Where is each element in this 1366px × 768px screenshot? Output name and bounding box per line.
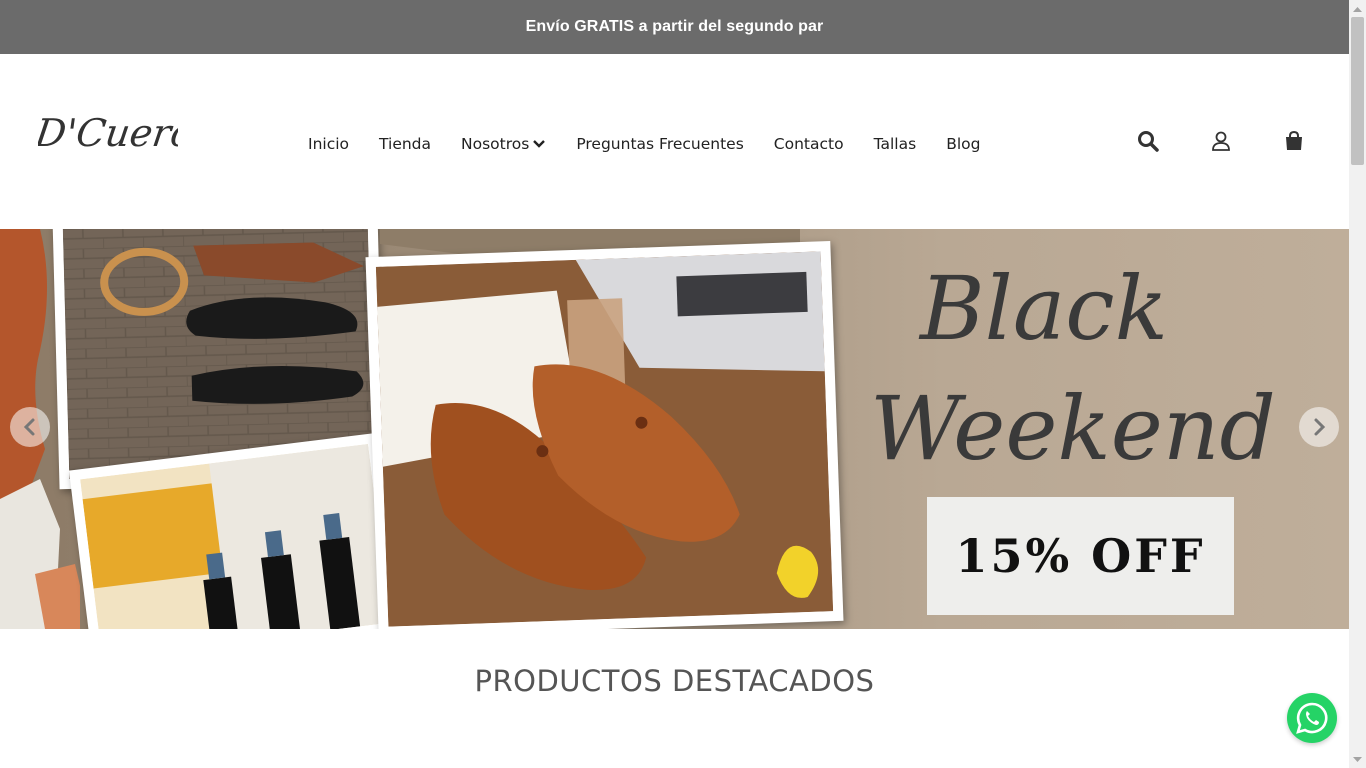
hero-photo-loafers: [365, 241, 844, 629]
headline-line-2: Weekend: [870, 377, 1276, 480]
site-header: D'Cuero Inicio Tienda Nosotros Preguntas…: [0, 54, 1349, 229]
page-scrollbar[interactable]: [1349, 0, 1366, 768]
carousel-next-button[interactable]: [1299, 407, 1339, 447]
logo-text: D'Cuero: [38, 112, 178, 156]
chevron-right-icon: [1314, 418, 1326, 436]
nav-label: Nosotros: [461, 135, 530, 153]
main-nav: Inicio Tienda Nosotros Preguntas Frecuen…: [308, 132, 1010, 156]
whatsapp-icon: [1296, 702, 1328, 734]
nav-preguntas-frecuentes[interactable]: Preguntas Frecuentes: [576, 135, 743, 153]
scroll-down-arrow-icon[interactable]: [1349, 751, 1366, 768]
nav-blog[interactable]: Blog: [946, 135, 980, 153]
search-icon[interactable]: [1136, 129, 1160, 153]
hero-headline: Black Weekend: [870, 257, 1276, 480]
chevron-down-icon: [532, 139, 546, 149]
featured-products-title: PRODUCTOS DESTACADOS: [474, 664, 875, 698]
nav-label: Preguntas Frecuentes: [576, 135, 744, 153]
nav-label: Blog: [946, 135, 981, 153]
hero-banner[interactable]: Black Weekend 15% OFF: [0, 229, 1349, 629]
nav-contacto[interactable]: Contacto: [774, 135, 844, 153]
nav-nosotros[interactable]: Nosotros: [461, 135, 546, 153]
shopping-bag-icon[interactable]: [1282, 129, 1306, 153]
nav-tallas[interactable]: Tallas: [874, 135, 917, 153]
scroll-up-arrow-icon[interactable]: [1349, 0, 1366, 17]
brand-logo[interactable]: D'Cuero: [31, 102, 196, 168]
header-actions: [1136, 129, 1306, 153]
nav-label: Contacto: [773, 135, 844, 153]
scrollbar-thumb[interactable]: [1351, 17, 1364, 165]
nav-label: Tienda: [379, 135, 432, 153]
whatsapp-button[interactable]: [1287, 693, 1337, 743]
carousel-prev-button[interactable]: [10, 407, 50, 447]
nav-label: Tallas: [873, 135, 917, 153]
chevron-left-icon: [23, 418, 35, 436]
headline-line-1: Black: [918, 257, 1168, 360]
nav-label: Inicio: [308, 135, 350, 153]
announcement-bar: Envío GRATIS a partir del segundo par: [0, 0, 1349, 54]
offer-text: 15% OFF: [955, 529, 1206, 583]
announcement-text: Envío GRATIS a partir del segundo par: [525, 18, 824, 35]
offer-box: 15% OFF: [927, 497, 1234, 615]
nav-tienda[interactable]: Tienda: [379, 135, 431, 153]
nav-inicio[interactable]: Inicio: [308, 135, 349, 153]
user-icon[interactable]: [1209, 129, 1233, 153]
